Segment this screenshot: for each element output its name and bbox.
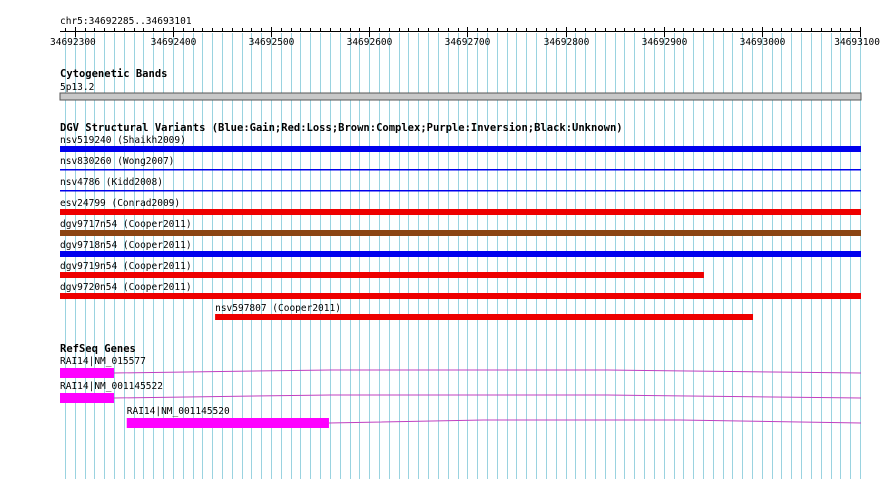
ruler-tick-label: 34692300 [50,37,96,48]
ruler-tick-label: 34692600 [347,37,393,48]
dgv-feature-label: nsv4786 (Kidd2008) [60,177,163,188]
refseq-gene-label: RAI14|NM_001145520 [127,406,230,417]
dgv-feature[interactable]: nsv4786 (Kidd2008) [60,177,861,192]
track-canvas[interactable]: chr5:34692285..34693101 34692300 34692400… [0,0,890,479]
ruler-tick-label: 34693000 [740,37,786,48]
cytoband-track-title: Cytogenetic Bands [60,68,167,80]
cytoband-track[interactable]: Cytogenetic Bands 5p13.2 [59,68,862,101]
cytoband-bar[interactable] [59,92,862,101]
genome-browser-view[interactable]: chr5:34692285..34693101 34692300 34692400… [0,0,890,479]
dgv-feature-bar[interactable] [60,169,861,171]
dgv-feature-label: nsv519240 (Shaikh2009) [60,135,186,146]
ruler[interactable]: chr5:34692285..34693101 34692300 34692400… [50,16,880,48]
ruler-tick-label: 34692400 [151,37,197,48]
dgv-feature-bar[interactable] [60,190,861,192]
dgv-track[interactable]: DGV Structural Variants (Blue:Gain;Red:L… [60,122,861,320]
dgv-feature[interactable]: dgv9717n54 (Cooper2011) [60,219,861,236]
dgv-feature[interactable]: dgv9719n54 (Cooper2011) [60,261,704,278]
dgv-feature-bar[interactable] [60,251,861,257]
refseq-exon[interactable] [126,418,329,428]
dgv-feature-label: esv24799 (Conrad2009) [60,198,180,209]
refseq-exon[interactable] [60,368,114,378]
ruler-tick-label: 34692700 [445,37,491,48]
ruler-tick-label: 34692900 [642,37,688,48]
dgv-feature-bar[interactable] [215,314,754,320]
dgv-feature-label: nsv597807 (Cooper2011) [215,303,341,314]
dgv-feature[interactable]: esv24799 (Conrad2009) [60,198,861,215]
refseq-track-title: RefSeq Genes [60,343,136,355]
dgv-feature-bar[interactable] [60,230,861,236]
dgv-feature[interactable]: nsv830260 (Wong2007) [60,156,861,171]
cytoband-label: 5p13.2 [60,82,94,93]
refseq-gene[interactable]: RAI14|NM_015577 [60,356,862,378]
refseq-gene[interactable]: RAI14|NM_001145520 [126,406,862,428]
ruler-tick-label: 34692500 [249,37,295,48]
dgv-feature-bar[interactable] [60,272,704,278]
dgv-feature-label: dgv9719n54 (Cooper2011) [60,261,192,272]
refseq-exon[interactable] [60,393,114,403]
location-label: chr5:34692285..34693101 [60,16,192,27]
ruler-ticks: 34692300 34692400 34692500 34692600 34692700… [50,27,880,48]
ruler-tick-label: 34692800 [544,37,590,48]
dgv-feature-bar[interactable] [60,293,861,299]
dgv-feature-bar[interactable] [60,146,861,152]
dgv-feature-label: dgv9718n54 (Cooper2011) [60,240,192,251]
dgv-feature-bar[interactable] [60,209,861,215]
dgv-feature-label: dgv9720n54 (Cooper2011) [60,282,192,293]
dgv-feature[interactable]: dgv9720n54 (Cooper2011) [60,282,861,299]
refseq-gene[interactable]: RAI14|NM_001145522 [60,381,862,403]
refseq-track[interactable]: RefSeq Genes RAI14|NM_015577 RAI14|NM_001… [60,343,862,428]
dgv-feature-label: dgv9717n54 (Cooper2011) [60,219,192,230]
dgv-feature[interactable]: nsv519240 (Shaikh2009) [60,135,861,152]
dgv-track-title: DGV Structural Variants (Blue:Gain;Red:L… [60,122,623,134]
dgv-feature[interactable]: nsv597807 (Cooper2011) [215,303,754,320]
refseq-gene-label: RAI14|NM_015577 [60,356,146,367]
dgv-feature-label: nsv830260 (Wong2007) [60,156,174,167]
dgv-feature[interactable]: dgv9718n54 (Cooper2011) [60,240,861,257]
refseq-gene-label: RAI14|NM_001145522 [60,381,163,392]
ruler-tick-label: 34693100 [834,37,880,48]
